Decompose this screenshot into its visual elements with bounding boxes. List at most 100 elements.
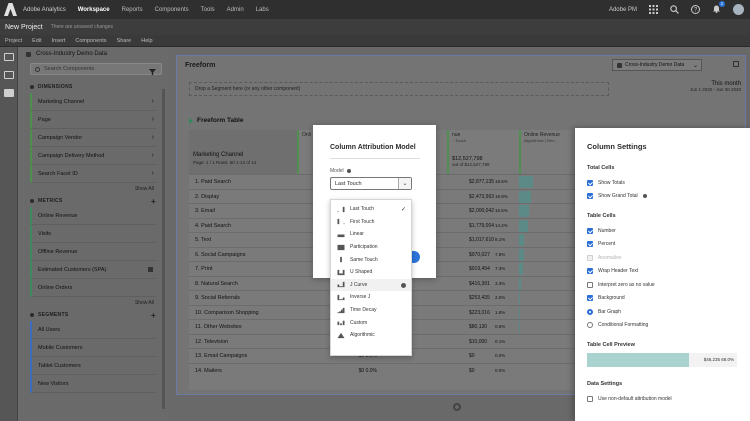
- checkbox-checked[interactable]: [587, 227, 593, 234]
- menu-project[interactable]: Project: [5, 38, 22, 44]
- segment-item[interactable]: New Visitors: [30, 375, 156, 393]
- dimension-item[interactable]: Marketing Channel ›: [30, 93, 156, 111]
- model-select[interactable]: Last Touch ⌄: [330, 177, 412, 190]
- add-panel-icon[interactable]: [453, 403, 461, 411]
- show-grand-total-checkbox[interactable]: Show Grand Total: [587, 190, 738, 204]
- metric-item[interactable]: Estimated Customers (SPA): [30, 261, 156, 279]
- panel-title[interactable]: Freeform: [185, 62, 215, 69]
- metric-item[interactable]: Online Orders: [30, 279, 156, 297]
- model-option[interactable]: Participation: [331, 241, 411, 254]
- nav-reports[interactable]: Reports: [122, 7, 143, 13]
- chevron-right-icon[interactable]: ›: [152, 170, 154, 177]
- percent-checkbox[interactable]: Percent: [587, 238, 738, 252]
- show-all-dimensions-link[interactable]: Show All: [18, 183, 168, 195]
- scrollbar[interactable]: [162, 89, 165, 409]
- info-icon[interactable]: [642, 194, 647, 199]
- table-row[interactable]: 14. Mailers $0 0.0% $0 0.0%: [189, 362, 581, 378]
- model-option[interactable]: J Curve: [331, 278, 411, 292]
- report-suite-header[interactable]: Cross-Industry Demo Data: [18, 47, 168, 61]
- visualizations-icon[interactable]: [4, 71, 14, 79]
- menu-components[interactable]: Components: [75, 38, 106, 44]
- notifications[interactable]: 2: [712, 1, 725, 15]
- menu-share[interactable]: Share: [117, 38, 132, 44]
- search-icon[interactable]: [670, 5, 679, 14]
- panel-info-icon[interactable]: [733, 61, 739, 67]
- dimension-item[interactable]: Campaign Vendor ›: [30, 129, 156, 147]
- components-icon[interactable]: [4, 89, 14, 97]
- radio-selected[interactable]: [587, 308, 593, 315]
- add-segment-icon[interactable]: +: [151, 311, 156, 320]
- show-totals-checkbox[interactable]: Show Totals: [587, 176, 738, 190]
- checkbox-checked[interactable]: [587, 179, 593, 186]
- model-option[interactable]: Custom: [331, 316, 411, 329]
- model-option[interactable]: Last Touch ✓: [331, 203, 411, 216]
- dimension-item[interactable]: Search Facet ID ›: [30, 165, 156, 183]
- nav-workspace[interactable]: Workspace: [78, 7, 110, 13]
- nav-labs[interactable]: Labs: [256, 7, 269, 13]
- segment-dropzone[interactable]: Drop a Segment here (or any other compon…: [189, 82, 609, 96]
- component-search-input[interactable]: Search Components: [30, 63, 162, 75]
- metric-item[interactable]: Offline Revenue: [30, 243, 156, 261]
- model-option[interactable]: Algorithmic: [331, 329, 411, 342]
- conditional-formatting-radio[interactable]: Conditional Formatting: [587, 319, 738, 333]
- dimension-item[interactable]: Campaign Delivery Method ›: [30, 147, 156, 165]
- collapse-arrow-icon[interactable]: [189, 118, 193, 124]
- segment-item[interactable]: Mobile Customers: [30, 339, 156, 357]
- nav-admin[interactable]: Admin: [227, 7, 244, 13]
- segment-item[interactable]: Tablet Customers: [30, 357, 156, 375]
- model-option[interactable]: First Touch: [331, 216, 411, 229]
- menu-insert[interactable]: Insert: [52, 38, 66, 44]
- model-option[interactable]: Linear: [331, 228, 411, 241]
- checkbox-unchecked[interactable]: [587, 281, 593, 288]
- dimension-item[interactable]: Page ›: [30, 111, 156, 129]
- date-range[interactable]: This month Jun 1 2020 - Jun 30 2020: [690, 81, 741, 92]
- checkbox-checked[interactable]: [587, 193, 593, 200]
- nav-tools[interactable]: Tools: [201, 7, 215, 13]
- model-option[interactable]: Time Decay: [331, 304, 411, 317]
- model-option[interactable]: U Shaped: [331, 266, 411, 279]
- model-option[interactable]: Same Touch: [331, 253, 411, 266]
- metric-item[interactable]: Online Revenue: [30, 207, 156, 225]
- panels-icon[interactable]: [4, 53, 14, 61]
- chevron-right-icon[interactable]: ›: [152, 134, 154, 141]
- non-default-attribution-checkbox[interactable]: Use non-default attribution model: [587, 392, 738, 406]
- project-title[interactable]: New Project: [5, 24, 43, 31]
- info-icon[interactable]: [346, 169, 351, 173]
- chevron-right-icon[interactable]: ›: [152, 152, 154, 159]
- chevron-down-icon[interactable]: ⌄: [398, 178, 411, 189]
- metrics-header[interactable]: METRICS +: [18, 195, 168, 207]
- chevron-right-icon[interactable]: ›: [152, 98, 154, 105]
- wrap-header-checkbox[interactable]: Wrap Header Text: [587, 265, 738, 279]
- checkbox-checked[interactable]: [587, 241, 593, 248]
- segment-item[interactable]: All Users: [30, 321, 156, 339]
- dimension-header[interactable]: Marketing Channel Page: 1 / 1 Rows: 50 1…: [189, 130, 297, 174]
- radio-unselected[interactable]: [587, 322, 593, 329]
- metric-column-header[interactable]: Online Revenue Algorithmic | Rev...: [519, 130, 581, 174]
- report-suite-select[interactable]: Cross-Industry Demo Data ⌄: [612, 59, 702, 71]
- segments-header[interactable]: SEGMENTS +: [18, 309, 168, 321]
- metric-column-header[interactable]: nue ...Touch $12,527,798 out of $12,527,7…: [447, 130, 519, 174]
- checkbox-unchecked[interactable]: [587, 395, 593, 402]
- chevron-right-icon[interactable]: ›: [152, 116, 154, 123]
- org-name[interactable]: Adobe PM: [609, 7, 637, 13]
- checkbox-checked[interactable]: [587, 268, 593, 275]
- help-icon[interactable]: ?: [691, 5, 700, 14]
- menu-edit[interactable]: Edit: [32, 38, 41, 44]
- interpret-zero-checkbox[interactable]: Interpret zero as no value: [587, 278, 738, 292]
- menu-help[interactable]: Help: [141, 38, 152, 44]
- avatar[interactable]: [733, 4, 744, 15]
- number-checkbox[interactable]: Number: [587, 224, 738, 238]
- info-icon[interactable]: [401, 282, 406, 288]
- checkbox-checked[interactable]: [587, 295, 593, 302]
- table-title[interactable]: Freeform Table: [197, 117, 243, 124]
- bar-graph-radio[interactable]: Bar Graph: [587, 305, 738, 319]
- show-all-metrics-link[interactable]: Show All: [18, 297, 168, 309]
- background-checkbox[interactable]: Background: [587, 292, 738, 306]
- preview-bar: [587, 353, 689, 367]
- metric-item[interactable]: Visits: [30, 225, 156, 243]
- model-option[interactable]: Inverse J: [331, 291, 411, 304]
- dimensions-header[interactable]: DIMENSIONS: [18, 81, 168, 93]
- add-metric-icon[interactable]: +: [151, 197, 156, 206]
- nav-components[interactable]: Components: [155, 7, 189, 13]
- grid-icon[interactable]: [649, 5, 658, 14]
